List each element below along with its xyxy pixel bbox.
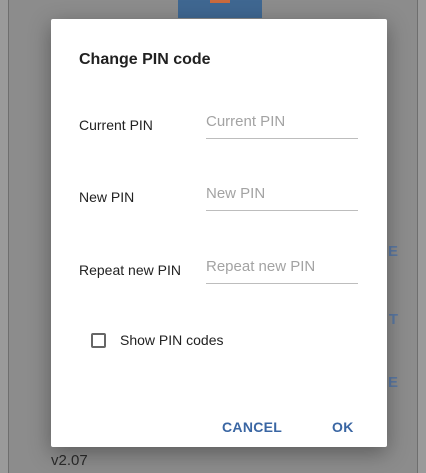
repeat-pin-label: Repeat new PIN — [79, 262, 181, 278]
new-pin-row: New PIN — [79, 171, 359, 211]
show-pin-checkbox[interactable] — [91, 332, 106, 348]
window-frame-right — [417, 0, 426, 473]
show-pin-label: Show PIN codes — [120, 332, 224, 348]
current-pin-row: Current PIN — [79, 99, 359, 139]
new-pin-label: New PIN — [79, 189, 135, 205]
window-frame-left — [0, 0, 9, 473]
current-pin-label: Current PIN — [79, 117, 153, 133]
cancel-button[interactable]: CANCEL — [222, 419, 282, 435]
current-pin-input[interactable] — [206, 105, 358, 139]
background-action-label: E — [387, 374, 398, 391]
new-pin-input[interactable] — [206, 177, 358, 211]
change-pin-dialog: Change PIN code Current PIN New PIN Repe… — [51, 19, 387, 447]
version-label: v2.07 — [51, 452, 88, 469]
ok-button[interactable]: OK — [332, 419, 354, 435]
show-pin-toggle[interactable]: Show PIN codes — [91, 332, 224, 348]
app-screen: E T E v2.07 Change PIN code Current PIN … — [0, 0, 426, 473]
background-action-label: E — [387, 243, 398, 260]
background-header-tab — [178, 0, 262, 18]
repeat-pin-row: Repeat new PIN — [79, 244, 359, 284]
background-action-label: T — [388, 311, 398, 328]
dialog-title: Change PIN code — [79, 51, 211, 68]
repeat-pin-input[interactable] — [206, 250, 358, 284]
